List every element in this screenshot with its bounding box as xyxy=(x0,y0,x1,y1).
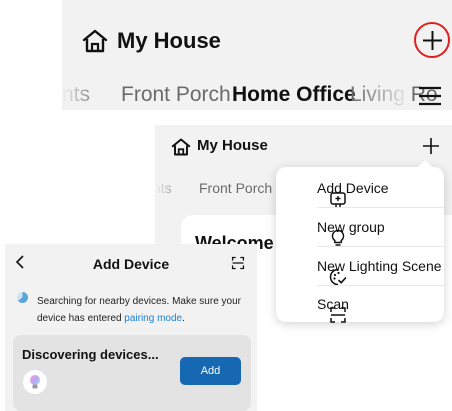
tabs-fade-left xyxy=(62,78,102,110)
smart-bulb-icon xyxy=(23,370,47,394)
discovering-label: Discovering devices... xyxy=(22,347,159,362)
home-header-zoomed: My House nts Front Porch Home Office Liv… xyxy=(62,0,452,110)
pairing-mode-link[interactable]: pairing mode xyxy=(124,313,182,324)
tabs-fade-left xyxy=(155,175,185,197)
searching-message: Searching for nearby devices. Make sure … xyxy=(37,293,247,327)
tab-front-porch[interactable]: Front Porch xyxy=(199,180,272,196)
add-device-screen: Add Device Searching for nearby devices.… xyxy=(5,244,257,411)
menu-item-label: Scan xyxy=(317,296,349,312)
home-title[interactable]: My House xyxy=(197,137,268,154)
tabs-fade-right xyxy=(352,78,412,110)
house-icon xyxy=(171,138,191,156)
plus-icon[interactable] xyxy=(423,138,439,154)
page-title: Add Device xyxy=(92,256,170,272)
menu-item-label: New Lighting Scene xyxy=(317,258,442,274)
hamburger-menu-icon[interactable] xyxy=(418,86,442,106)
scan-icon[interactable] xyxy=(231,256,245,270)
house-icon xyxy=(82,29,108,53)
menu-item-new-lighting-scene[interactable]: New Lighting Scene xyxy=(276,247,444,286)
add-menu-dropdown: Add Device New group New Lighting Scene xyxy=(276,160,444,323)
menu-caret xyxy=(418,160,432,167)
discovering-card: Discovering devices... Add xyxy=(13,335,251,411)
tab-home-office[interactable]: Home Office xyxy=(232,83,356,107)
searching-suffix: . xyxy=(182,313,185,324)
menu-item-label: Add Device xyxy=(317,180,389,196)
loading-spinner-icon xyxy=(17,292,28,303)
home-title[interactable]: My House xyxy=(117,28,221,54)
menu-item-add-device[interactable]: Add Device xyxy=(276,169,444,207)
add-button[interactable] xyxy=(414,22,450,58)
menu-item-label: New group xyxy=(317,219,385,235)
menu-item-scan[interactable]: Scan xyxy=(276,285,444,323)
add-button[interactable]: Add xyxy=(180,357,241,385)
menu-item-new-group[interactable]: New group xyxy=(276,208,444,246)
tab-front-porch[interactable]: Front Porch xyxy=(121,83,231,107)
